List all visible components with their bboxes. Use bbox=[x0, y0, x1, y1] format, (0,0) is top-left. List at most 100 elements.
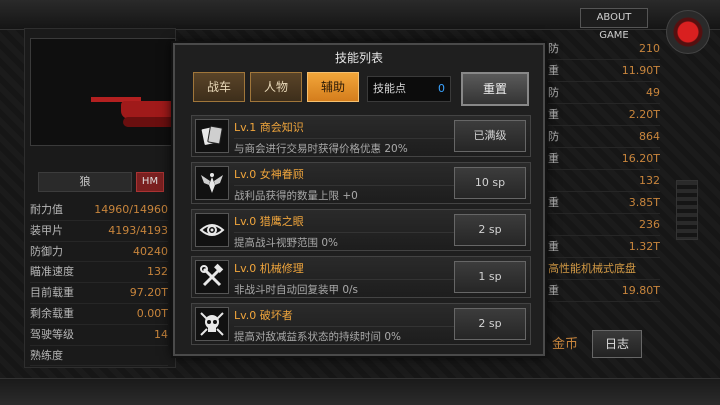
wrench-hammer-icon bbox=[195, 260, 229, 294]
stat-value: 4193/4193 bbox=[108, 223, 168, 237]
tab-support[interactable]: 辅助 bbox=[307, 72, 359, 102]
stat-row: 剩余载重 0.00T bbox=[30, 304, 168, 325]
equip-label: 重 bbox=[548, 284, 559, 297]
equip-label: 重 bbox=[548, 152, 559, 165]
skill-upgrade-button[interactable]: 2 sp bbox=[454, 308, 526, 340]
equip-label: 重 bbox=[548, 108, 559, 121]
skull-icon bbox=[195, 307, 229, 341]
skill-points-value: 0 bbox=[438, 82, 445, 95]
stat-value: 132 bbox=[147, 265, 168, 279]
hm-badge[interactable]: HM bbox=[136, 172, 164, 192]
equip-row: 132 bbox=[548, 170, 660, 192]
skill-name: Lv.0 女神眷顾 bbox=[234, 168, 304, 181]
equip-row: 236 bbox=[548, 214, 660, 236]
equipment-stats-list: 防 210 重 11.90T 防 49 重 2.20T 防 864 重 16.20T 132… bbox=[548, 38, 660, 302]
equip-row: 重 1.32T bbox=[548, 236, 660, 258]
cards-icon bbox=[195, 119, 229, 153]
skill-upgrade-button[interactable]: 已满级 bbox=[454, 120, 526, 152]
tank-preview bbox=[30, 38, 176, 146]
skill-desc: 提高对敌减益系状态的持续时间 0% bbox=[234, 326, 454, 344]
equip-row: 重 2.20T bbox=[548, 104, 660, 126]
stat-label: 目前载重 bbox=[30, 286, 74, 300]
equip-value: 236 bbox=[639, 218, 660, 231]
skill-list-dialog: 技能列表 战车 人物 辅助 技能点 0 重置 Lv.1 商会知识 与商会进行交易… bbox=[173, 43, 545, 356]
skill-tabs: 战车 人物 辅助 bbox=[193, 72, 359, 102]
stat-row: 装甲片 4193/4193 bbox=[30, 221, 168, 242]
stat-label: 防御力 bbox=[30, 244, 63, 258]
skill-upgrade-button[interactable]: 2 sp bbox=[454, 214, 526, 246]
equip-label: 重 bbox=[548, 64, 559, 77]
equip-value: 16.20T bbox=[621, 152, 660, 165]
skill-desc: 提高战斗视野范围 0% bbox=[234, 232, 454, 250]
skill-name: Lv.1 商会知识 bbox=[234, 121, 304, 134]
tab-character[interactable]: 人物 bbox=[250, 72, 302, 102]
gold-label: 金币 bbox=[552, 337, 579, 352]
skill-desc: 非战斗时自动回复装甲 0/s bbox=[234, 279, 454, 297]
stat-value: 40240 bbox=[133, 244, 168, 258]
stat-label: 装甲片 bbox=[30, 223, 63, 237]
stat-row: 瞄准速度 132 bbox=[30, 262, 168, 284]
stat-label: 耐力值 bbox=[30, 203, 63, 216]
stats-list: 耐力值 14960/14960 装甲片 4193/4193 防御力 40240 瞄准速… bbox=[30, 200, 168, 367]
equip-row: 重 11.90T bbox=[548, 60, 660, 82]
tank-track bbox=[123, 117, 175, 127]
stat-row: 目前载重 97.20T bbox=[30, 283, 168, 304]
skill-points-label: 技能点 bbox=[373, 82, 406, 95]
skill-item: Lv.0 破坏者 提高对敌减益系状态的持续时间 0% 2 sp bbox=[191, 303, 531, 345]
skill-desc: 与商会进行交易时获得价格优惠 20% bbox=[234, 138, 454, 156]
winged-emblem-icon bbox=[195, 166, 229, 200]
stat-label: 驾驶等级 bbox=[30, 327, 74, 341]
stat-row: 耐力值 14960/14960 bbox=[30, 200, 168, 221]
about-game-button[interactable]: ABOUT GAME bbox=[580, 8, 648, 41]
stat-value: 97.20T bbox=[129, 286, 168, 300]
eye-icon bbox=[195, 213, 229, 247]
skill-upgrade-button[interactable]: 10 sp bbox=[454, 167, 526, 199]
equip-label: 防 bbox=[548, 130, 559, 143]
tab-vehicle[interactable]: 战车 bbox=[193, 72, 245, 102]
skill-item: Lv.0 女神眷顾 战利品获得的数量上限 +0 10 sp bbox=[191, 162, 531, 204]
stat-label: 瞄准速度 bbox=[30, 265, 74, 279]
skill-points-display: 技能点 0 bbox=[367, 76, 451, 102]
chassis-name: 高性能机械式底盘 bbox=[548, 262, 636, 275]
equip-value: 1.32T bbox=[628, 240, 660, 253]
equip-value: 19.80T bbox=[621, 284, 660, 297]
equip-row: 防 49 bbox=[548, 82, 660, 104]
stat-row: 防御力 40240 bbox=[30, 242, 168, 263]
equip-label: 重 bbox=[548, 240, 559, 253]
stat-value: 14 bbox=[154, 327, 168, 341]
skill-name: Lv.0 猎鹰之眼 bbox=[234, 215, 304, 228]
dialog-title: 技能列表 bbox=[334, 51, 383, 65]
stat-value: 0.00T bbox=[136, 306, 168, 320]
scroll-grip[interactable] bbox=[676, 180, 698, 240]
tank-name: 狼 bbox=[38, 172, 132, 192]
skill-item: Lv.1 商会知识 与商会进行交易时获得价格优惠 20% 已满级 bbox=[191, 115, 531, 157]
equip-value: 49 bbox=[646, 86, 660, 99]
equip-value: 11.90T bbox=[621, 64, 660, 77]
skill-item: Lv.0 猎鹰之眼 提高战斗视野范围 0% 2 sp bbox=[191, 209, 531, 251]
equip-row: 重 19.80T bbox=[548, 280, 660, 302]
equip-value: 132 bbox=[639, 174, 660, 187]
log-button[interactable]: 日志 bbox=[592, 330, 642, 358]
skill-name: Lv.0 破坏者 bbox=[234, 309, 293, 322]
equip-value: 864 bbox=[639, 130, 660, 143]
stat-row: 熟练度 bbox=[30, 346, 168, 367]
equip-value: 210 bbox=[639, 42, 660, 55]
stat-label: 剩余载重 bbox=[30, 306, 74, 320]
equip-row: 高性能机械式底盘 bbox=[548, 258, 660, 280]
equip-value: 2.20T bbox=[628, 108, 660, 121]
equip-row: 重 16.20T bbox=[548, 148, 660, 170]
record-button-icon[interactable] bbox=[666, 10, 710, 54]
equip-value: 3.85T bbox=[628, 196, 660, 209]
equip-label: 防 bbox=[548, 42, 559, 55]
skill-desc: 战利品获得的数量上限 +0 bbox=[234, 185, 454, 203]
equip-label: 防 bbox=[548, 86, 559, 99]
bottom-bar bbox=[0, 378, 720, 405]
equip-label: 重 bbox=[548, 196, 559, 209]
equip-row: 防 864 bbox=[548, 126, 660, 148]
skill-upgrade-button[interactable]: 1 sp bbox=[454, 261, 526, 293]
skill-name: Lv.0 机械修理 bbox=[234, 262, 304, 275]
skill-list: Lv.1 商会知识 与商会进行交易时获得价格优惠 20% 已满级 Lv.0 女神… bbox=[191, 115, 531, 355]
stat-value: 14960/14960 bbox=[94, 203, 168, 216]
reset-button[interactable]: 重置 bbox=[461, 72, 529, 106]
stat-label: 熟练度 bbox=[30, 348, 63, 362]
